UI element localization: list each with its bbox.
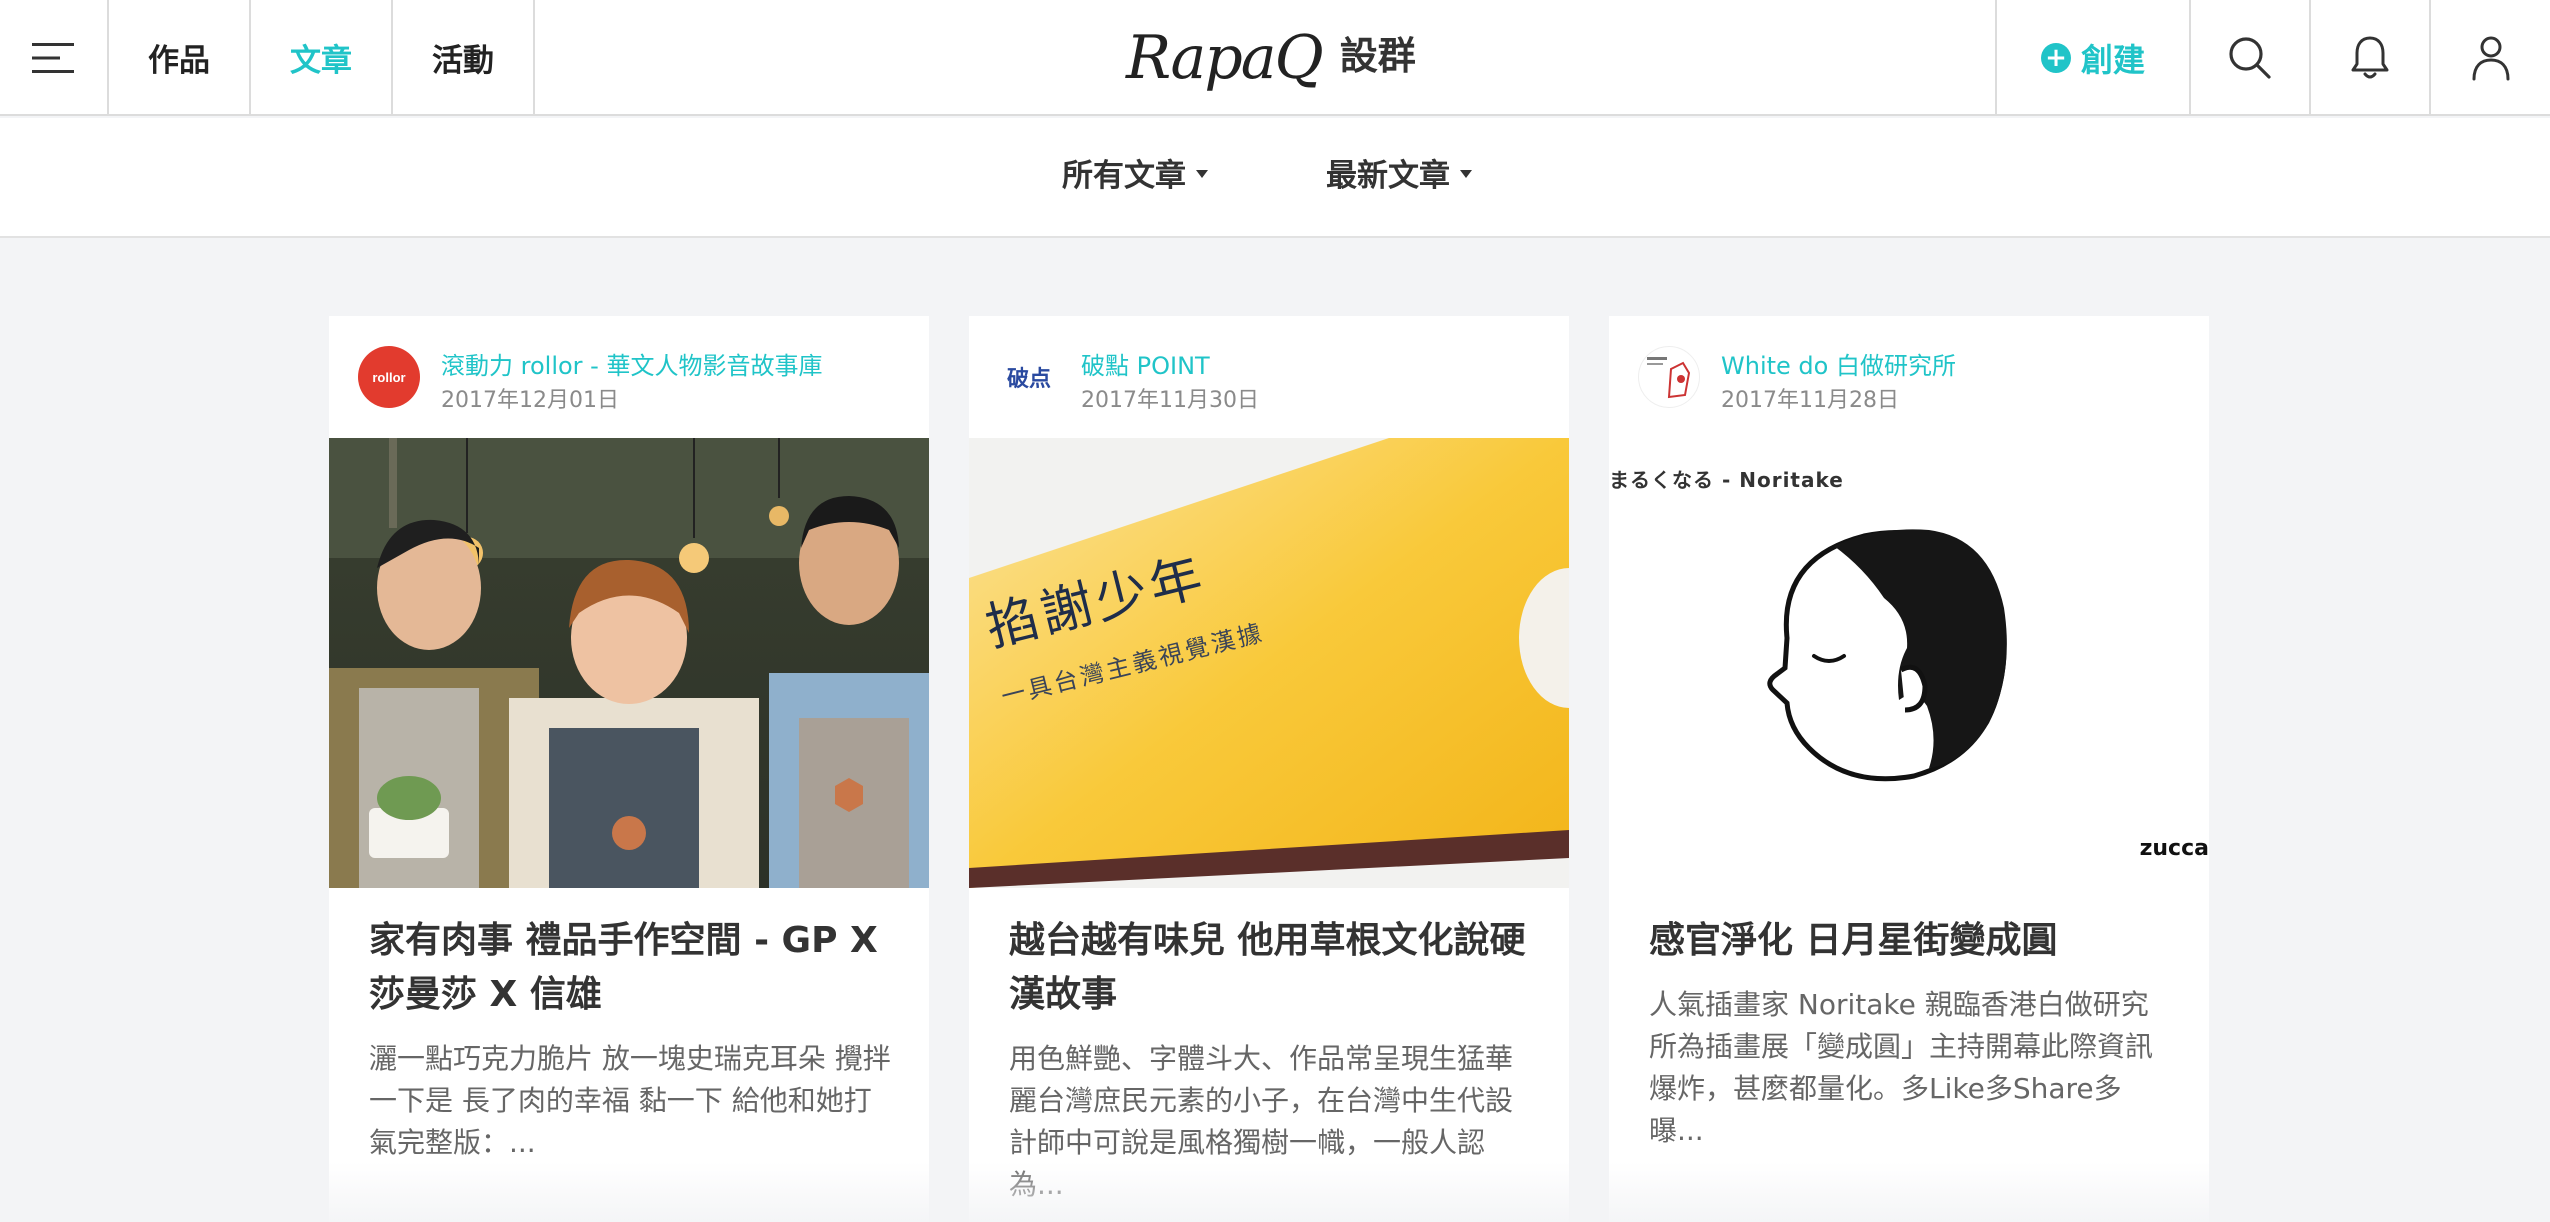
avatar-logo-text: rollor <box>372 369 406 385</box>
article-cover-image[interactable]: 掐謝少年 一具台灣主義視覺漢據 <box>969 438 1569 888</box>
publish-date: 2017年11月30日 <box>1081 388 1259 413</box>
profile-button[interactable] <box>2431 0 2550 115</box>
avatar-logo-text: 破点 <box>1006 367 1051 392</box>
article-card[interactable]: rollor 滾動力 rollor - 華文人物影音故事庫 2017年12月01… <box>329 316 929 1222</box>
article-title[interactable]: 越台越有味兒 他用草根文化說硬漢故事 <box>1009 914 1534 1022</box>
noritake-face-illustration <box>1767 529 2007 782</box>
create-button-label: 創建 <box>2080 40 2145 79</box>
search-button[interactable] <box>2191 0 2311 115</box>
category-filter-dropdown[interactable]: 所有文章 <box>1062 150 1208 195</box>
caret-down-icon <box>1196 169 1208 178</box>
sort-filter-dropdown[interactable]: 最新文章 <box>1326 150 1472 195</box>
user-icon <box>2472 36 2510 80</box>
card-author-header: rollor 滾動力 rollor - 華文人物影音故事庫 2017年12月01… <box>329 316 929 438</box>
site-logo[interactable]: RapaQ 設群 <box>1126 10 1416 106</box>
article-card[interactable]: White do 白做研究所 2017年11月28日 まるくなる - Norit… <box>1609 316 2209 1222</box>
search-icon <box>2229 36 2271 79</box>
author-name[interactable]: 破點 POINT <box>1081 346 1210 381</box>
author-avatar[interactable] <box>1638 346 1700 408</box>
author-name[interactable]: 滾動力 rollor - 華文人物影音故事庫 <box>441 346 822 381</box>
article-filter-bar: 所有文章 最新文章 <box>0 118 2550 238</box>
publish-date: 2017年11月28日 <box>1721 388 1899 413</box>
bell-icon <box>2351 36 2389 78</box>
create-button[interactable]: + 創建 <box>1995 0 2191 115</box>
white-do-logo-icon <box>1647 357 1691 399</box>
article-excerpt: 灑一點巧克力脆片 放一塊史瑞克耳朵 攪拌一下是 長了肉的幸福 黏一下 給他和她打… <box>369 1042 891 1159</box>
article-cover-image[interactable]: まるくなる - Noritake zucca <box>1609 438 2209 888</box>
card-author-header: 破点 破點 POINT 2017年11月30日 <box>969 316 1569 438</box>
caret-down-icon <box>1460 169 1472 178</box>
article-excerpt: 人氣插畫家 Noritake 親臨香港白做研究所為插畫展「變成圓」主持開幕此際資… <box>1649 988 2154 1147</box>
cover-brand-text: zucca <box>2139 836 2209 861</box>
card-author-header: White do 白做研究所 2017年11月28日 <box>1609 316 2209 438</box>
category-filter-label: 所有文章 <box>1062 158 1186 194</box>
sort-filter-label: 最新文章 <box>1326 158 1450 194</box>
article-cover-image[interactable] <box>329 438 929 888</box>
article-title[interactable]: 家有肉事 禮品手作空間 - GP X 莎曼莎 X 信雄 <box>369 914 894 1022</box>
menu-icon <box>31 42 74 73</box>
cover-photo-people <box>329 438 929 888</box>
logo-chinese-name: 設群 <box>1339 33 1416 78</box>
tab-events[interactable]: 活動 <box>393 0 535 115</box>
tab-articles[interactable]: 文章 <box>251 0 393 115</box>
author-name[interactable]: White do 白做研究所 <box>1721 346 1956 381</box>
article-excerpt: 用色鮮艷、字體斗大、作品常呈現生猛華麗台灣庶民元素的小子，在台灣中生代設計師中可… <box>1009 1042 1514 1201</box>
article-title[interactable]: 感官淨化 日月星街變成圓 <box>1649 914 2174 968</box>
notifications-button[interactable] <box>2311 0 2431 115</box>
tab-works[interactable]: 作品 <box>109 0 251 115</box>
author-avatar[interactable]: 破点 <box>998 346 1060 408</box>
article-card[interactable]: 破点 破點 POINT 2017年11月30日 掐謝少年 一具台灣主義視覺漢據 … <box>969 316 1569 1222</box>
top-navigation-bar: 作品 文章 活動 RapaQ 設群 + 創建 <box>0 0 2550 116</box>
logo-wordmark: RapaQ <box>1126 23 1324 93</box>
publish-date: 2017年12月01日 <box>441 388 619 413</box>
plus-circle-icon: + <box>2040 42 2071 73</box>
menu-button[interactable] <box>0 0 109 115</box>
author-avatar[interactable]: rollor <box>358 346 420 408</box>
